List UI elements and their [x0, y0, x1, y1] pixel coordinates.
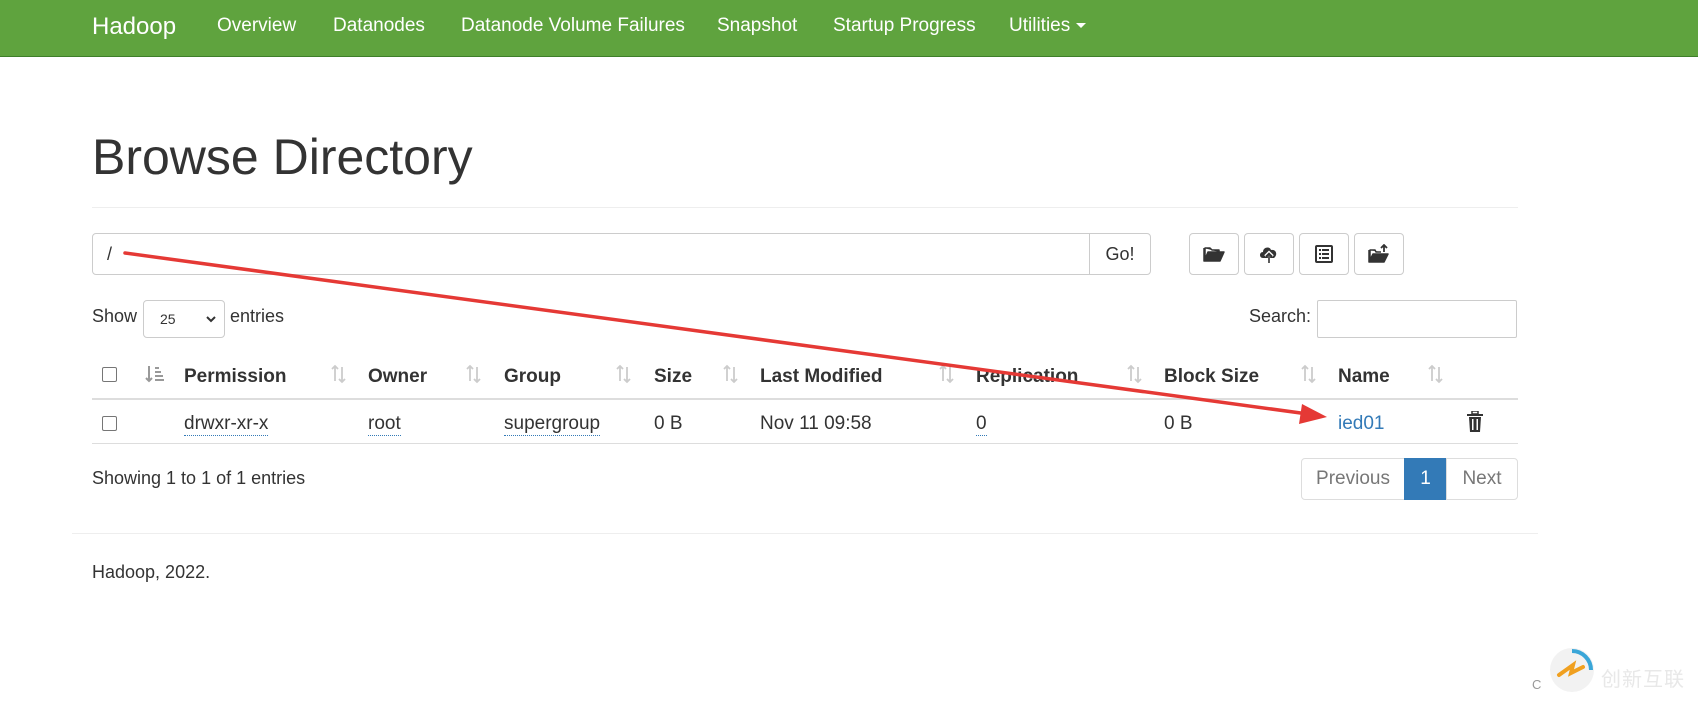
watermark-cs: C [1532, 677, 1542, 692]
watermark-logo-icon [1550, 648, 1594, 692]
watermark-text: 创新互联 [1601, 669, 1685, 691]
annotation-arrow [123, 251, 1327, 424]
